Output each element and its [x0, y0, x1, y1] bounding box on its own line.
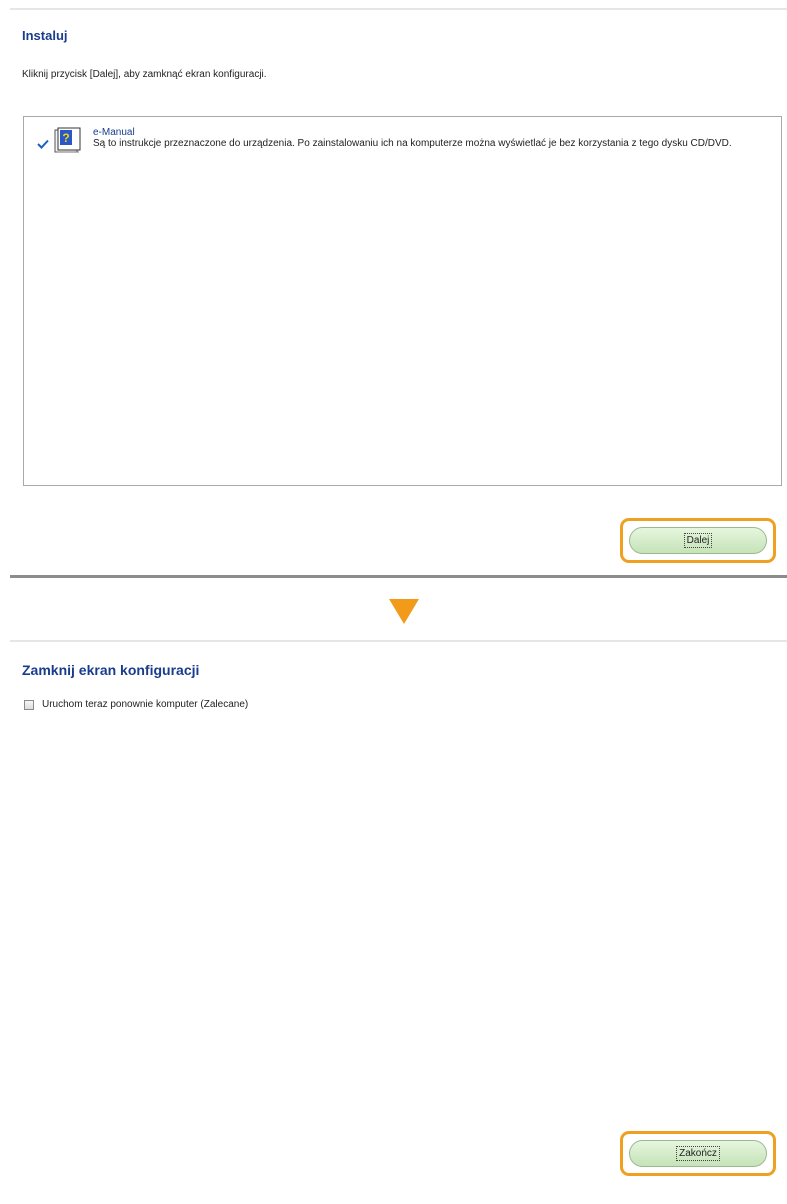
restart-checkbox[interactable] — [24, 700, 34, 710]
next-button-label: Dalej — [683, 533, 713, 548]
finish-button-label: Zakończ — [676, 1146, 720, 1161]
component-list: ? e-Manual Są to instrukcje przeznaczone… — [23, 116, 782, 486]
help-book-icon: ? — [54, 127, 81, 153]
close-title: Zamknij ekran konfiguracji — [22, 662, 200, 678]
checkmark-icon — [37, 139, 49, 149]
finish-button[interactable]: Zakończ — [629, 1140, 767, 1167]
install-title: Instaluj — [22, 28, 68, 43]
down-arrow-icon — [389, 599, 419, 624]
item-name: e-Manual — [93, 127, 135, 138]
item-description: Są to instrukcje przeznaczone do urządze… — [93, 138, 732, 149]
restart-checkbox-label[interactable]: Uruchom teraz ponownie komputer (Zalecan… — [42, 699, 248, 710]
next-button-highlight: Dalej — [620, 518, 776, 563]
install-panel: Instaluj Kliknij przycisk [Dalej], aby z… — [10, 8, 787, 578]
finish-button-highlight: Zakończ — [620, 1131, 776, 1176]
close-panel: Zamknij ekran konfiguracji Uruchom teraz… — [10, 640, 787, 1204]
svg-text:?: ? — [62, 131, 69, 145]
next-button[interactable]: Dalej — [629, 527, 767, 554]
install-instruction: Kliknij przycisk [Dalej], aby zamknąć ek… — [22, 69, 267, 80]
